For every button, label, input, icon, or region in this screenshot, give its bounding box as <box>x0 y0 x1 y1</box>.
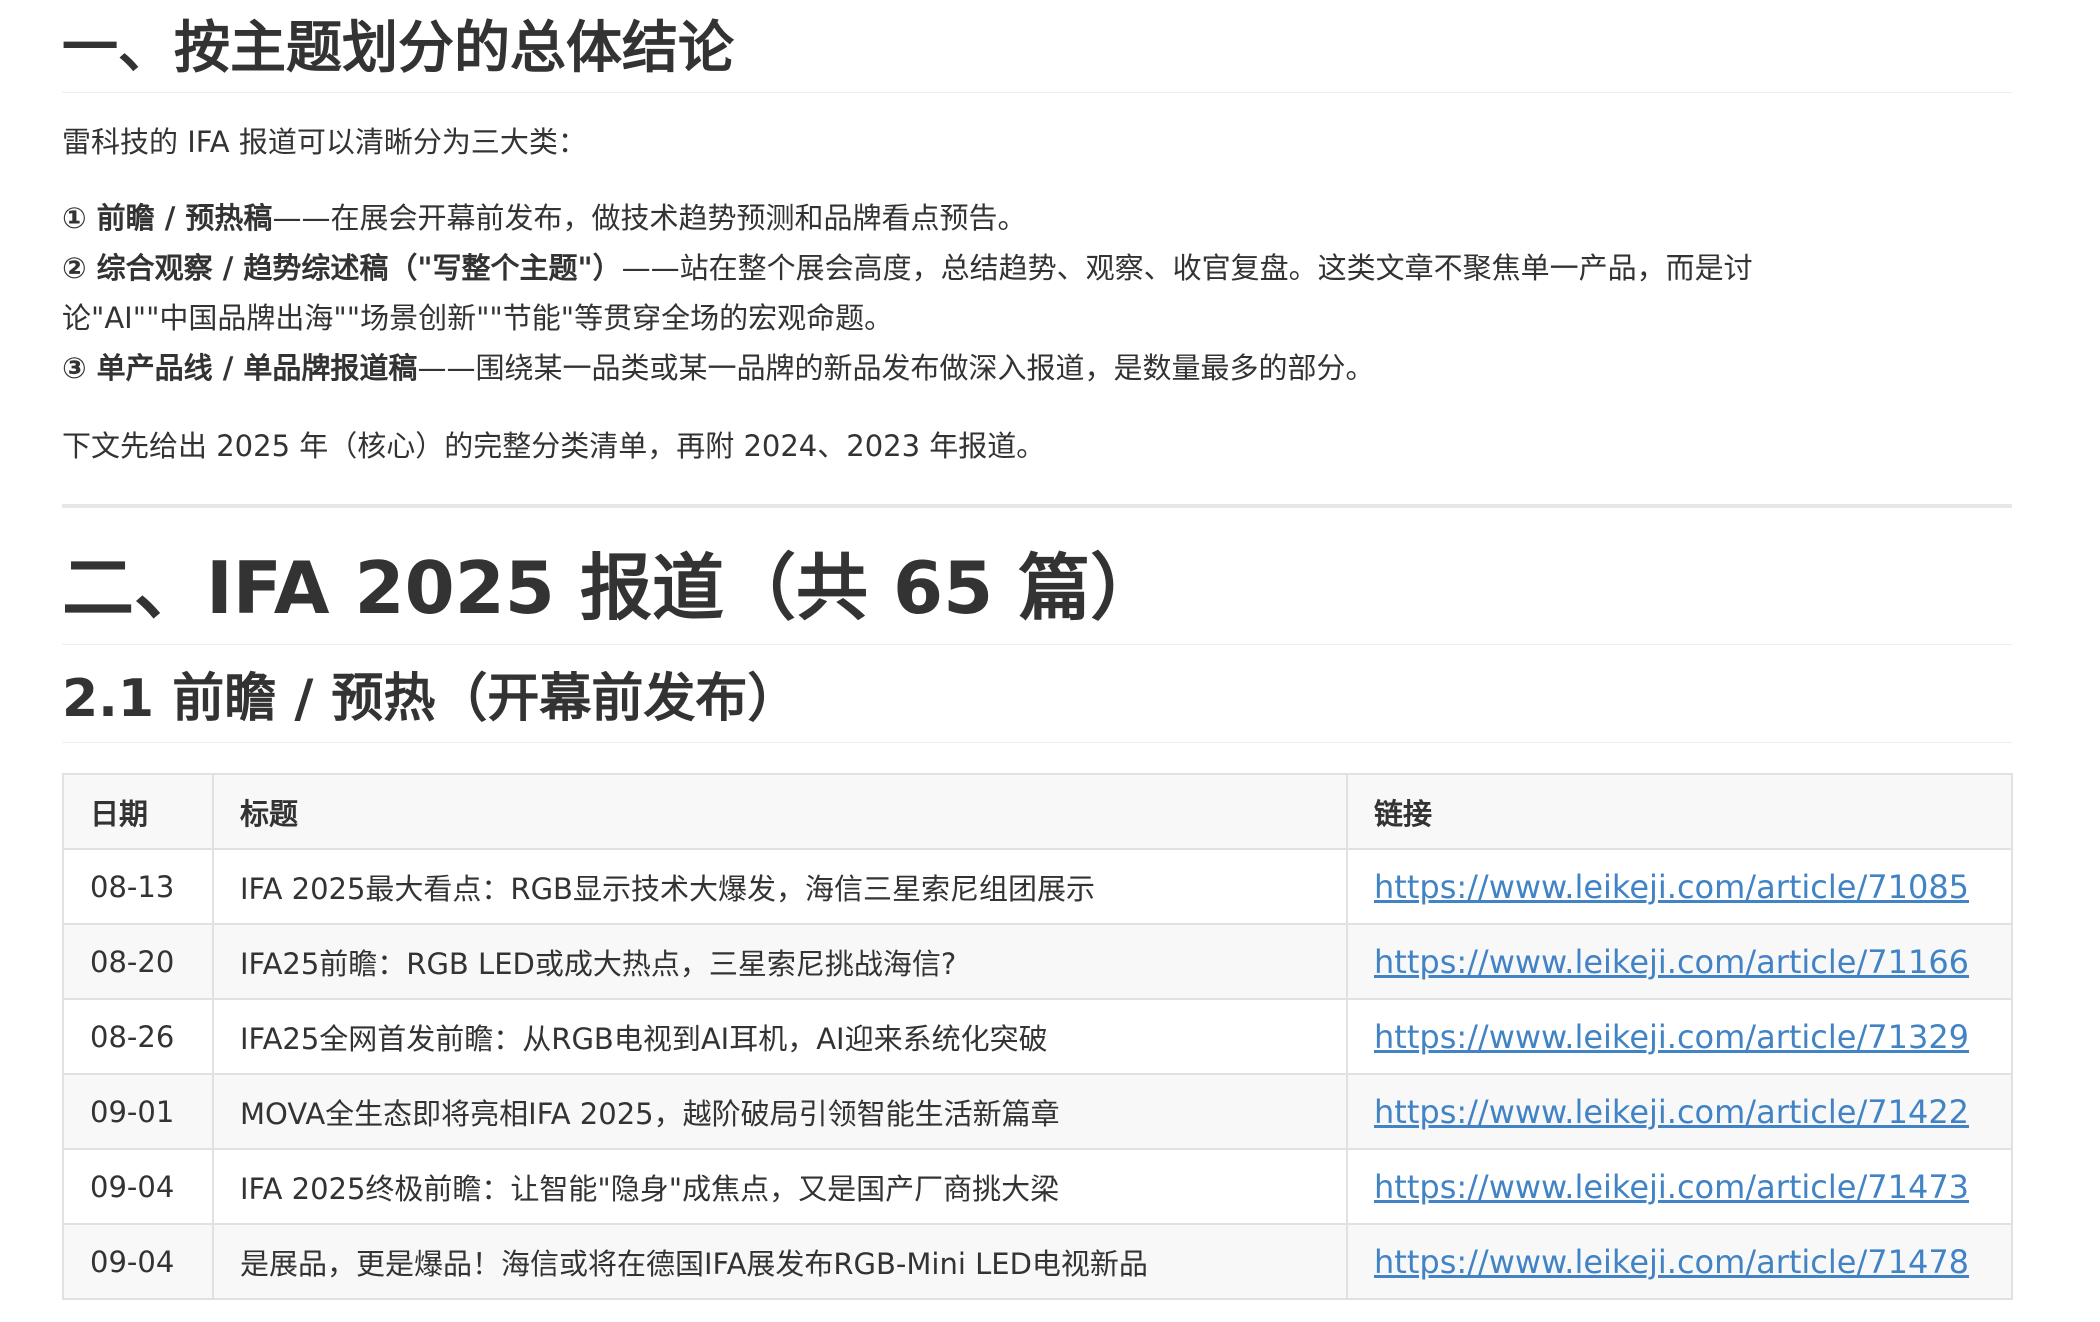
row-title: 是展品，更是爆品！海信或将在德国IFA展发布RGB-Mini LED电视新品 <box>212 1223 1348 1300</box>
section1-intro: 雷科技的 IFA 报道可以清晰分为三大类： <box>62 125 587 159</box>
article-link[interactable]: https://www.leikeji.com/article/71329 <box>1374 1018 1969 1056</box>
table-row: 09-01 MOVA全生态即将亮相IFA 2025，越阶破局引领智能生活新篇章 … <box>62 1073 2013 1150</box>
column-header-link: 链接 <box>1346 773 2013 850</box>
row-link-cell: https://www.leikeji.com/article/71473 <box>1346 1148 2013 1225</box>
point-1-text: ——在展会开幕前发布，做技术趋势预测和品牌看点预告。 <box>272 201 1027 235</box>
row-link-cell: https://www.leikeji.com/article/71478 <box>1346 1223 2013 1300</box>
row-title: MOVA全生态即将亮相IFA 2025，越阶破局引领智能生活新篇章 <box>212 1073 1348 1150</box>
section1-heading: 一、按主题划分的总体结论 <box>62 12 2012 93</box>
point-3: ③ 单产品线 / 单品牌报道稿——围绕某一品类或某一品牌的新品发布做深入报道，是… <box>62 343 2012 393</box>
table-row: 09-04 是展品，更是爆品！海信或将在德国IFA展发布RGB-Mini LED… <box>62 1223 2013 1300</box>
point-1: ① 前瞻 / 预热稿——在展会开幕前发布，做技术趋势预测和品牌看点预告。 <box>62 193 2012 243</box>
article-link[interactable]: https://www.leikeji.com/article/71478 <box>1374 1243 1969 1281</box>
row-date: 09-04 <box>62 1223 214 1300</box>
point-3-label: ③ 单产品线 / 单品牌报道稿 <box>62 351 418 385</box>
document-page: 一、按主题划分的总体结论 雷科技的 IFA 报道可以清晰分为三大类： ① 前瞻 … <box>0 0 2100 1322</box>
category-points: ① 前瞻 / 预热稿——在展会开幕前发布，做技术趋势预测和品牌看点预告。 ② 综… <box>62 193 2012 393</box>
row-link-cell: https://www.leikeji.com/article/71085 <box>1346 848 2013 925</box>
table-row: 09-04 IFA 2025终极前瞻：让智能"隐身"成焦点，又是国产厂商挑大梁 … <box>62 1148 2013 1225</box>
row-title: IFA 2025最大看点：RGB显示技术大爆发，海信三星索尼组团展示 <box>212 848 1348 925</box>
row-title: IFA25前瞻：RGB LED或成大热点，三星索尼挑战海信? <box>212 923 1348 1000</box>
row-date: 09-04 <box>62 1148 214 1225</box>
table-row: 08-20 IFA25前瞻：RGB LED或成大热点，三星索尼挑战海信? htt… <box>62 923 2013 1000</box>
table-header-row: 日期 标题 链接 <box>62 773 2013 850</box>
horizontal-divider <box>62 504 2012 508</box>
article-link[interactable]: https://www.leikeji.com/article/71085 <box>1374 868 1969 906</box>
articles-table: 日期 标题 链接 08-13 IFA 2025最大看点：RGB显示技术大爆发，海… <box>62 773 2013 1300</box>
article-link[interactable]: https://www.leikeji.com/article/71422 <box>1374 1093 1969 1131</box>
row-date: 08-20 <box>62 923 214 1000</box>
section1-outro: 下文先给出 2025 年（核心）的完整分类清单，再附 2024、2023 年报道… <box>62 429 1046 463</box>
point-1-label: ① 前瞻 / 预热稿 <box>62 201 273 235</box>
article-link[interactable]: https://www.leikeji.com/article/71166 <box>1374 943 1969 981</box>
row-title: IFA 2025终极前瞻：让智能"隐身"成焦点，又是国产厂商挑大梁 <box>212 1148 1348 1225</box>
row-date: 09-01 <box>62 1073 214 1150</box>
point-2-continued: 论"AI""中国品牌出海""场景创新""节能"等贯穿全场的宏观命题。 <box>62 301 894 335</box>
row-link-cell: https://www.leikeji.com/article/71166 <box>1346 923 2013 1000</box>
point-2: ② 综合观察 / 趋势综述稿（"写整个主题"）——站在整个展会高度，总结趋势、观… <box>62 243 2012 293</box>
point-2-label: ② 综合观察 / 趋势综述稿（"写整个主题"） <box>62 251 622 285</box>
column-header-date: 日期 <box>62 773 214 850</box>
table-row: 08-26 IFA25全网首发前瞻：从RGB电视到AI耳机，AI迎来系统化突破 … <box>62 998 2013 1075</box>
section2-1-subheading: 2.1 前瞻 / 预热（开幕前发布） <box>62 664 2012 743</box>
column-header-title: 标题 <box>212 773 1348 850</box>
row-date: 08-13 <box>62 848 214 925</box>
article-link[interactable]: https://www.leikeji.com/article/71473 <box>1374 1168 1969 1206</box>
point-3-text: ——围绕某一品类或某一品牌的新品发布做深入报道，是数量最多的部分。 <box>417 351 1375 385</box>
section2-heading: 二、IFA 2025 报道（共 65 篇） <box>62 540 2012 645</box>
point-2-text: ——站在整个展会高度，总结趋势、观察、收官复盘。这类文章不聚焦单一产品，而是讨 <box>621 251 1753 285</box>
row-title: IFA25全网首发前瞻：从RGB电视到AI耳机，AI迎来系统化突破 <box>212 998 1348 1075</box>
row-link-cell: https://www.leikeji.com/article/71422 <box>1346 1073 2013 1150</box>
table-row: 08-13 IFA 2025最大看点：RGB显示技术大爆发，海信三星索尼组团展示… <box>62 848 2013 925</box>
row-link-cell: https://www.leikeji.com/article/71329 <box>1346 998 2013 1075</box>
row-date: 08-26 <box>62 998 214 1075</box>
